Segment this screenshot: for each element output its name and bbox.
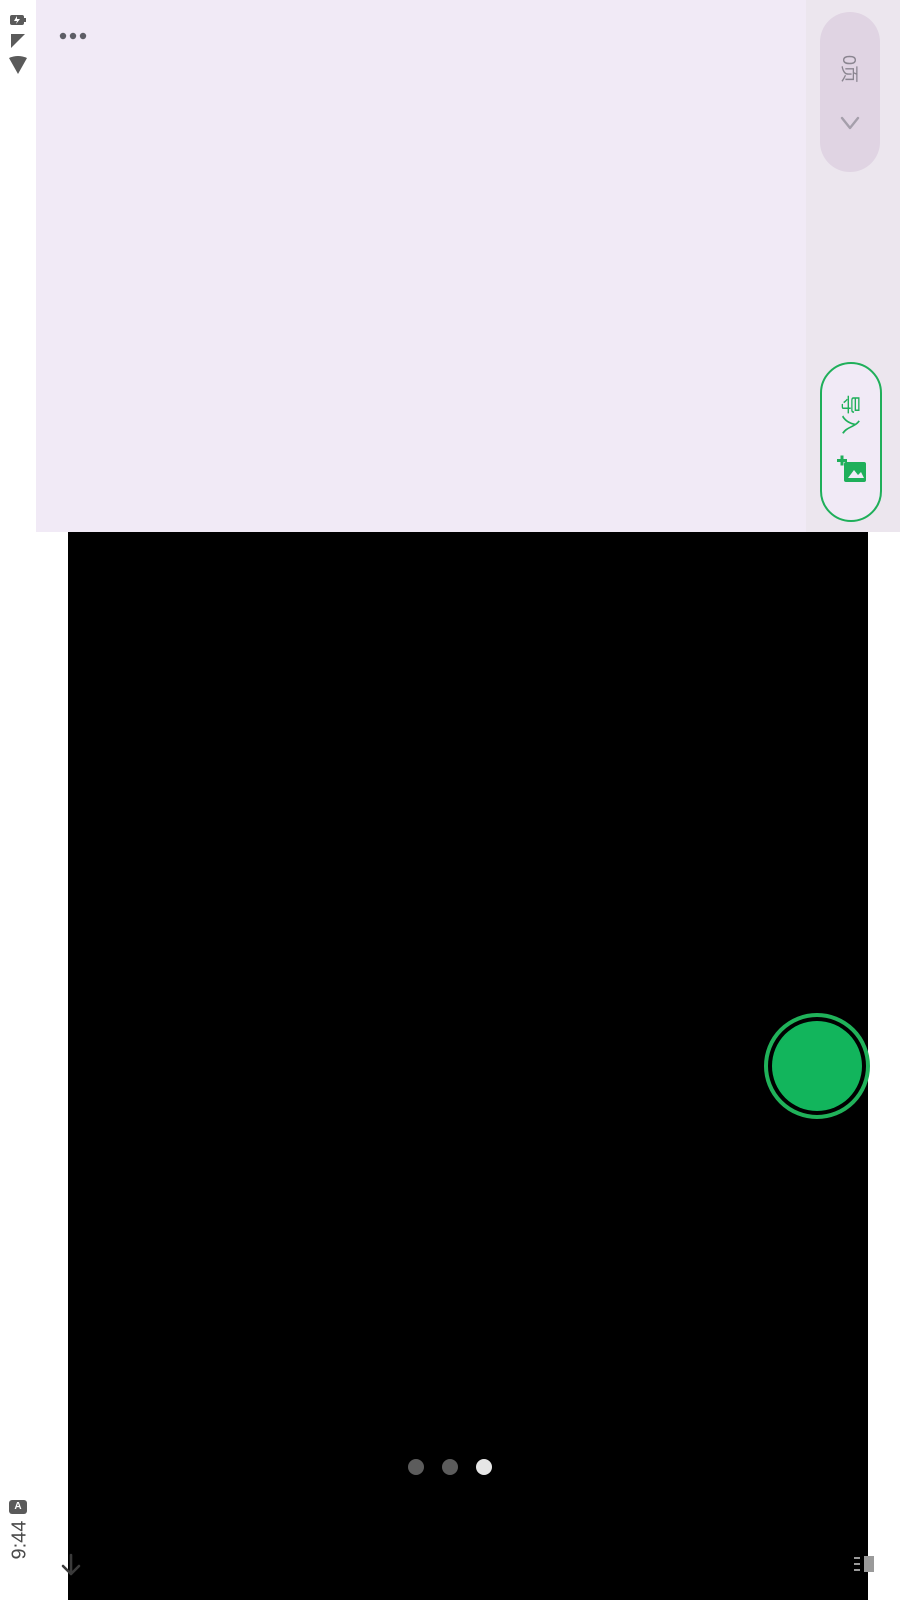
- more-dots-icon: [59, 32, 87, 40]
- status-bar: A 9:44: [0, 0, 36, 1600]
- page-count-button[interactable]: 0页: [820, 12, 880, 172]
- flash-icon[interactable]: [850, 1550, 876, 1576]
- page-dot: [408, 1459, 424, 1475]
- import-label: 导入: [838, 394, 861, 435]
- status-a-badge: A: [9, 1500, 27, 1514]
- arrow-down-icon[interactable]: [56, 1550, 86, 1580]
- signal-icon: [11, 34, 25, 48]
- page-dot-active: [476, 1459, 492, 1475]
- page-indicator: [408, 1458, 492, 1476]
- shutter-button[interactable]: [764, 1013, 870, 1119]
- more-options-button[interactable]: [58, 24, 88, 48]
- status-icons: [6, 14, 30, 76]
- import-button[interactable]: 导入: [820, 362, 882, 522]
- add-image-icon: [837, 455, 866, 482]
- camera-viewfinder[interactable]: [68, 532, 868, 1600]
- shutter-inner: [772, 1021, 862, 1111]
- wifi-icon: [9, 56, 27, 74]
- battery-charging-icon: [10, 15, 26, 25]
- chevron-right-icon: [840, 116, 860, 130]
- top-panel: [36, 0, 806, 532]
- page-count-label: 0页: [839, 54, 859, 83]
- status-time: 9:44: [8, 1520, 31, 1560]
- page-dot: [442, 1459, 458, 1475]
